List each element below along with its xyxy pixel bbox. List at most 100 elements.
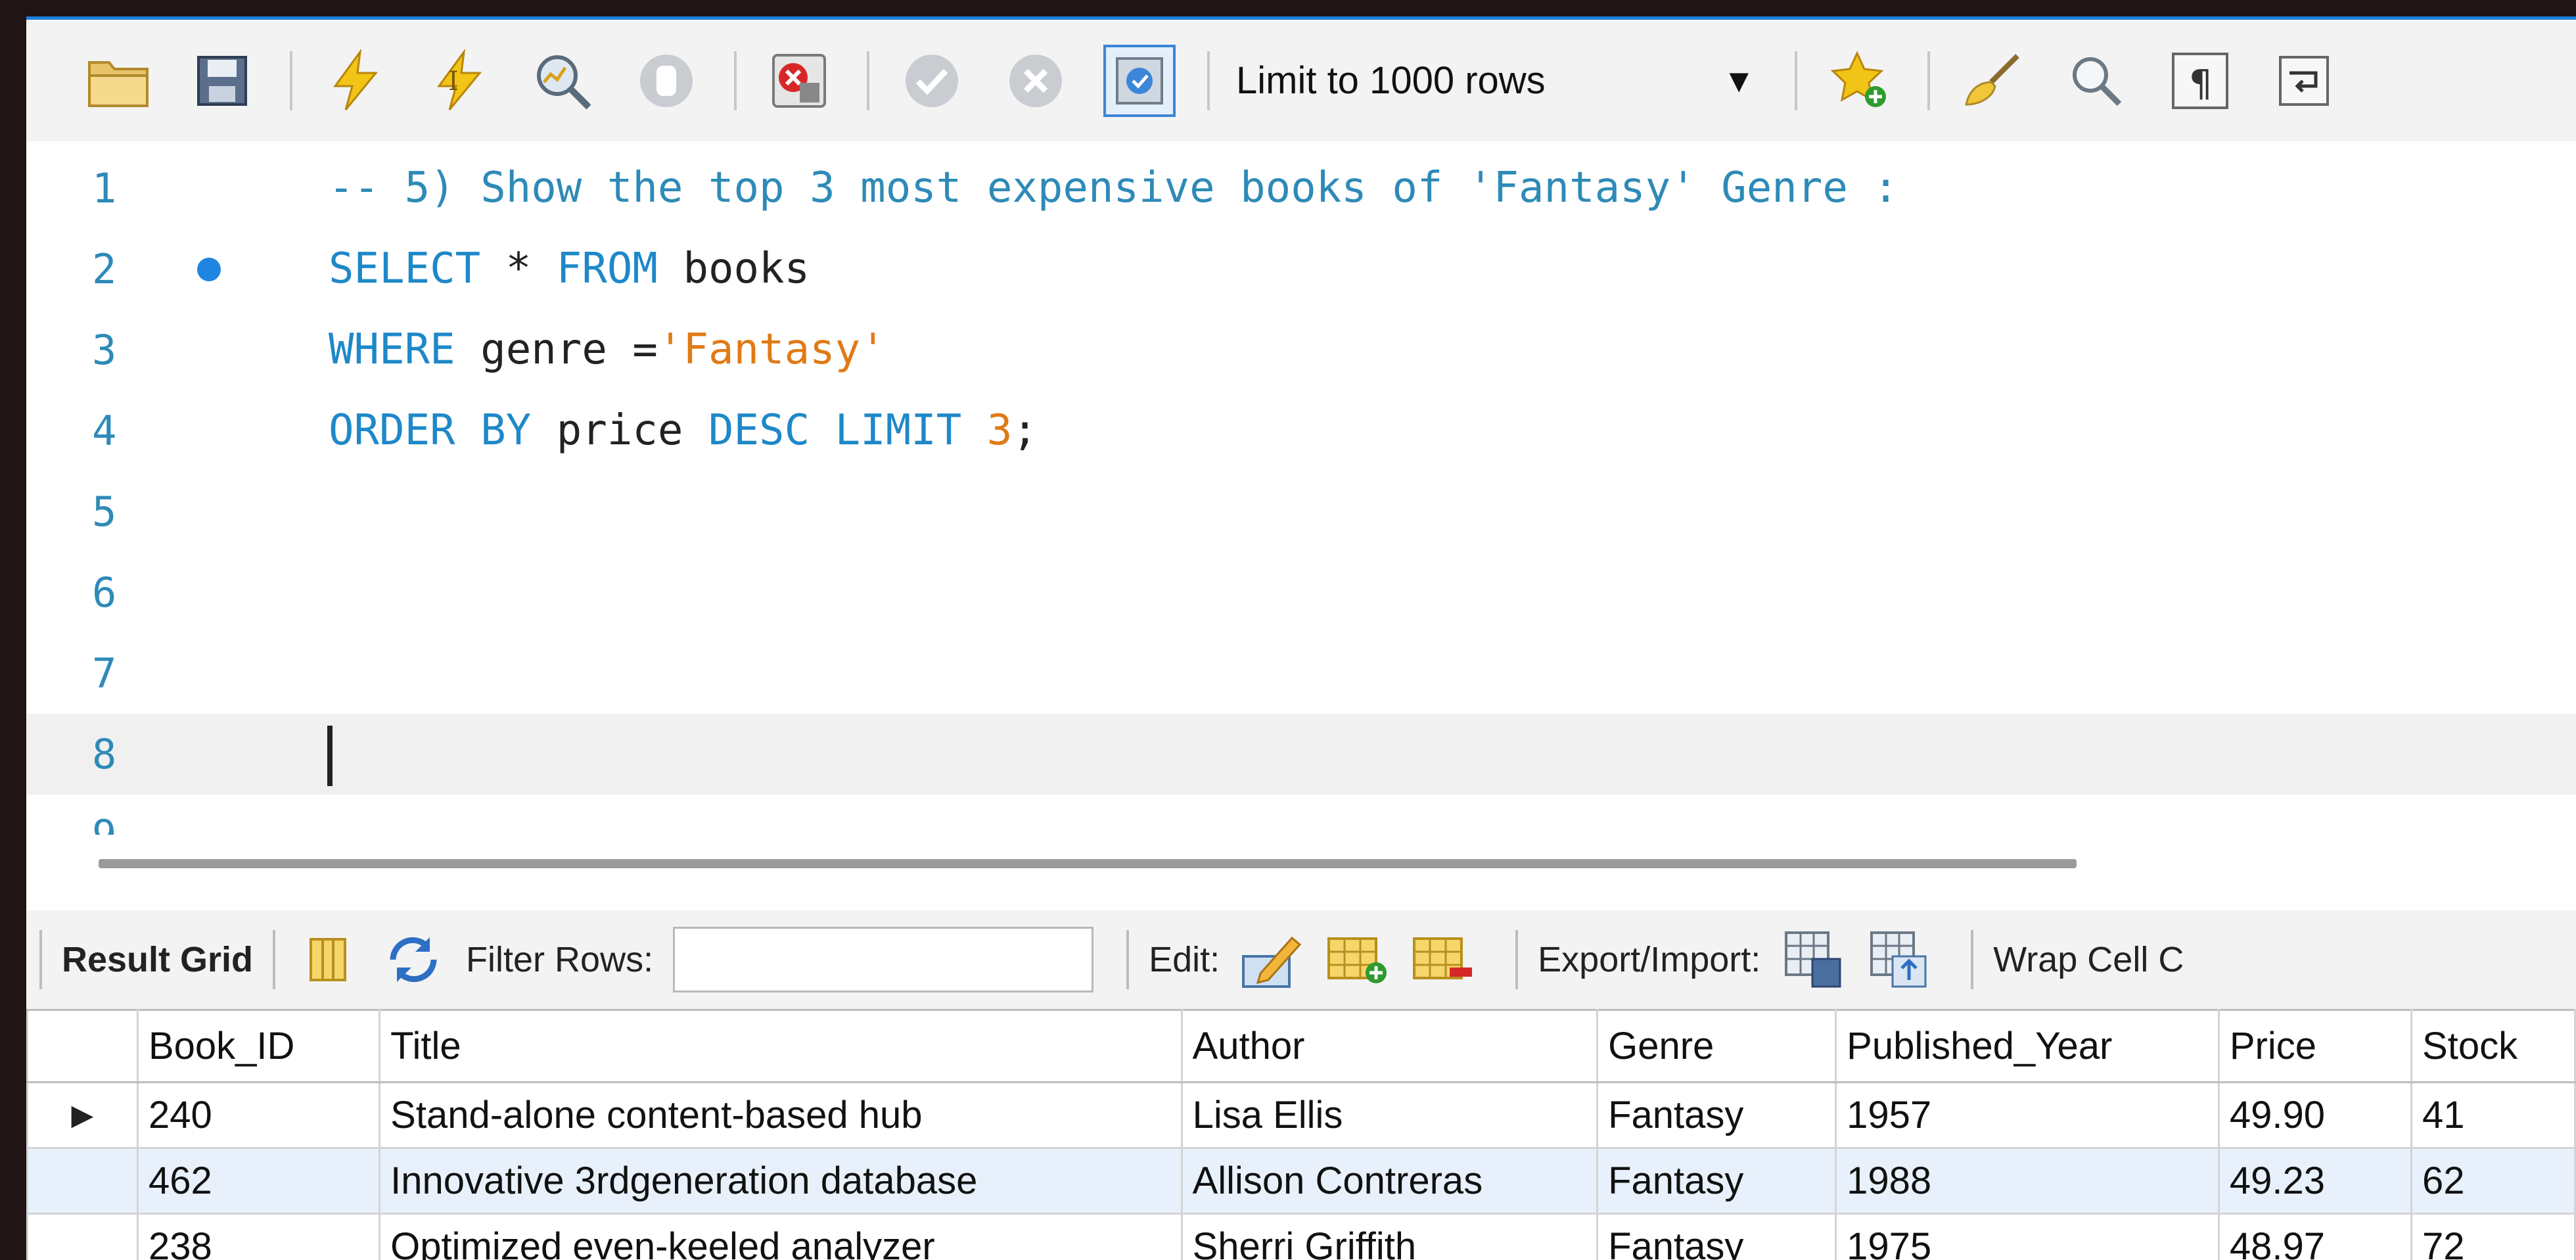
code-text: ORDER BY price DESC LIMIT 3; xyxy=(329,390,1038,471)
row-selector[interactable] xyxy=(28,1148,138,1214)
cell-price[interactable]: 49.90 xyxy=(2219,1083,2411,1148)
toggle-error-icon[interactable] xyxy=(763,45,835,117)
column-header-genre[interactable]: Genre xyxy=(1598,1010,1836,1083)
row-selector[interactable] xyxy=(28,1214,138,1260)
edit-row-icon[interactable] xyxy=(1239,927,1305,992)
execute-icon[interactable] xyxy=(319,45,391,117)
toolbar-separator xyxy=(1515,930,1518,989)
column-header-published-year[interactable]: Published_Year xyxy=(1836,1010,2219,1083)
row-selected-marker[interactable]: ▶ xyxy=(28,1083,138,1148)
editor-line[interactable]: 1-- 5) Show the top 3 most expensive boo… xyxy=(26,148,2576,229)
autocommit-icon[interactable] xyxy=(1103,45,1176,117)
svg-text:I: I xyxy=(448,66,459,97)
rollback-icon[interactable] xyxy=(1000,45,1072,117)
code-token: ; xyxy=(1012,406,1038,455)
cell-book-id[interactable]: 240 xyxy=(137,1083,379,1148)
code-token: 'Fantasy' xyxy=(658,325,886,374)
beautify-icon[interactable] xyxy=(1956,45,2029,117)
toolbar-separator xyxy=(290,51,292,110)
table-row[interactable]: 462 Innovative 3rdgeneration database Al… xyxy=(28,1148,2575,1214)
invisible-chars-icon[interactable]: ¶ xyxy=(2164,45,2236,117)
column-header-book-id[interactable]: Book_ID xyxy=(137,1010,379,1083)
cell-author[interactable]: Lisa Ellis xyxy=(1182,1083,1598,1148)
editor-line[interactable]: 8 xyxy=(26,714,2576,795)
form-view-icon[interactable] xyxy=(295,927,361,992)
cell-published-year[interactable]: 1975 xyxy=(1836,1214,2219,1260)
line-number: 6 xyxy=(92,552,171,633)
cell-title[interactable]: Stand-alone content-based hub xyxy=(380,1083,1182,1148)
cell-title[interactable]: Optimized even-keeled analyzer xyxy=(380,1214,1182,1260)
save-icon[interactable] xyxy=(186,45,258,117)
commit-icon[interactable] xyxy=(896,45,968,117)
open-folder-icon[interactable] xyxy=(82,45,154,117)
filter-rows-input[interactable] xyxy=(673,927,1093,992)
editor-line[interactable]: 9 xyxy=(26,795,2576,835)
cell-genre[interactable]: Fantasy xyxy=(1598,1148,1836,1214)
editor-line[interactable]: 3 WHERE genre ='Fantasy' xyxy=(26,310,2576,390)
editor-line[interactable]: 2SELECT * FROM books xyxy=(26,229,2576,310)
toolbar-separator xyxy=(1126,930,1129,989)
export-import-label: Export/Import: xyxy=(1538,939,1760,980)
line-number: 3 xyxy=(92,310,171,390)
find-icon[interactable] xyxy=(2060,45,2132,117)
editor-line[interactable]: 7 xyxy=(26,633,2576,714)
cell-author[interactable]: Sherri Griffith xyxy=(1182,1214,1598,1260)
add-snippet-icon[interactable] xyxy=(1824,45,1896,117)
column-header-price[interactable]: Price xyxy=(2219,1010,2411,1083)
wrap-cell-content-label[interactable]: Wrap Cell C xyxy=(1993,939,2184,980)
editor-line[interactable]: 6 xyxy=(26,552,2576,633)
cell-stock[interactable]: 41 xyxy=(2412,1083,2575,1148)
cell-price[interactable]: 49.23 xyxy=(2219,1148,2411,1214)
editor-line[interactable]: 4 ORDER BY price DESC LIMIT 3; xyxy=(26,390,2576,471)
column-header-stock[interactable]: Stock xyxy=(2412,1010,2575,1083)
code-token: -- 5) Show the top 3 most expensive book… xyxy=(329,164,1898,212)
cell-title[interactable]: Innovative 3rdgeneration database xyxy=(380,1148,1182,1214)
code-text: WHERE genre ='Fantasy' xyxy=(329,310,886,390)
toolbar-separator xyxy=(734,51,737,110)
table-row[interactable]: 238 Optimized even-keeled analyzer Sherr… xyxy=(28,1214,2575,1260)
code-token: ORDER BY xyxy=(329,406,531,455)
toolbar-separator xyxy=(1971,930,1973,989)
column-header-author[interactable]: Author xyxy=(1182,1010,1598,1083)
toolbar-separator xyxy=(1927,51,1930,110)
stop-icon[interactable] xyxy=(630,45,702,117)
editor-line[interactable]: 5 xyxy=(26,471,2576,552)
explain-icon[interactable] xyxy=(526,45,599,117)
cell-book-id[interactable]: 238 xyxy=(137,1214,379,1260)
execute-current-icon[interactable]: I xyxy=(423,45,495,117)
insert-row-icon[interactable] xyxy=(1325,927,1391,992)
cell-published-year[interactable]: 1988 xyxy=(1836,1148,2219,1214)
row-selector-header[interactable] xyxy=(28,1010,138,1083)
filter-rows-label: Filter Rows: xyxy=(466,939,653,980)
cell-published-year[interactable]: 1957 xyxy=(1836,1083,2219,1148)
limit-rows-select[interactable]: Limit to 1000 rows ▼ xyxy=(1236,45,1775,117)
line-number: 5 xyxy=(92,471,171,552)
cell-stock[interactable]: 62 xyxy=(2412,1148,2575,1214)
refresh-icon[interactable] xyxy=(380,927,446,992)
wrap-lines-icon[interactable] xyxy=(2268,45,2340,117)
export-icon[interactable] xyxy=(1780,927,1846,992)
line-number: 9 xyxy=(92,795,171,835)
cell-genre[interactable]: Fantasy xyxy=(1598,1214,1836,1260)
dropdown-arrow-icon[interactable]: ▼ xyxy=(1723,62,1756,100)
sql-editor[interactable]: 1-- 5) Show the top 3 most expensive boo… xyxy=(26,141,2576,835)
line-number: 7 xyxy=(92,633,171,714)
cell-stock[interactable]: 72 xyxy=(2412,1214,2575,1260)
import-icon[interactable] xyxy=(1866,927,1931,992)
toolbar-separator xyxy=(1207,51,1210,110)
result-toolbar: Result Grid Filter Rows: Edit: Export/Im… xyxy=(26,910,2576,1009)
line-number: 2 xyxy=(92,229,171,310)
table-row[interactable]: ▶ 240 Stand-alone content-based hub Lisa… xyxy=(28,1083,2575,1148)
code-token: * xyxy=(480,245,557,293)
cell-book-id[interactable]: 462 xyxy=(137,1148,379,1214)
cell-genre[interactable]: Fantasy xyxy=(1598,1083,1836,1148)
result-grid-tab[interactable]: Result Grid xyxy=(62,939,253,980)
column-header-title[interactable]: Title xyxy=(380,1010,1182,1083)
cell-author[interactable]: Allison Contreras xyxy=(1182,1148,1598,1214)
delete-row-icon[interactable] xyxy=(1410,927,1476,992)
horizontal-scrollbar[interactable] xyxy=(99,859,2077,868)
code-text: -- 5) Show the top 3 most expensive book… xyxy=(329,148,1898,229)
code-token: 3 xyxy=(987,406,1013,455)
cell-price[interactable]: 48.97 xyxy=(2219,1214,2411,1260)
line-number: 4 xyxy=(92,390,171,471)
